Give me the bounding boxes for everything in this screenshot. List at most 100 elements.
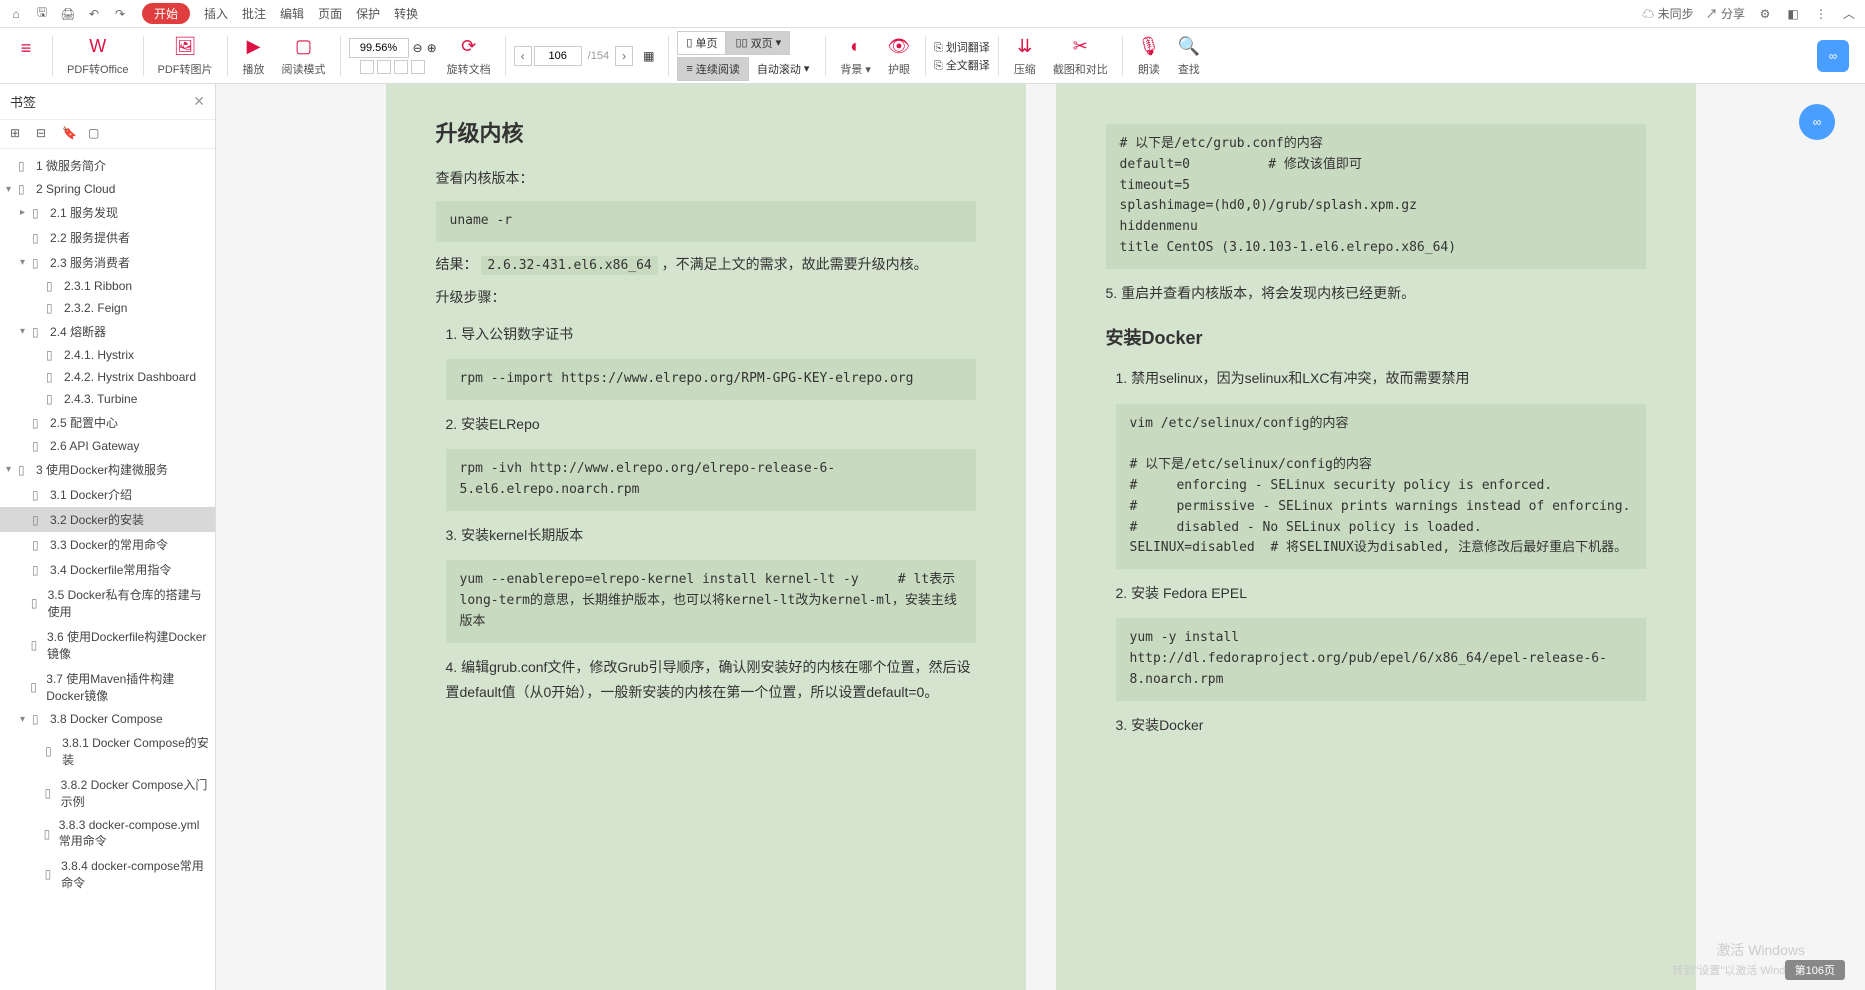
bookmark-item[interactable]: ▯3.6 使用Dockerfile构建Docker镜像 [0, 624, 215, 666]
tool-pdf-to-image[interactable]: 🖼PDF转图片 [152, 35, 219, 77]
chevron-icon[interactable]: ▾ [6, 464, 18, 475]
tool-pdf-to-office[interactable]: WPDF转Office [61, 35, 135, 77]
bookmark-icon: ▯ [32, 538, 46, 552]
bookmark-icon: ▯ [46, 392, 60, 406]
tool-rotate[interactable]: ⟳旋转文档 [441, 35, 497, 77]
tool-read-mode[interactable]: ▢阅读模式 [276, 35, 332, 77]
zoom-in-icon[interactable]: ⊕ [427, 41, 437, 55]
undo-icon[interactable]: ↶ [86, 6, 102, 22]
collapse-all-icon[interactable]: ⊟ [36, 126, 52, 142]
more-icon[interactable]: ⋮ [1813, 6, 1829, 22]
full-translate-button[interactable]: ⎘ 全文翻译 [934, 57, 990, 73]
thumbnail-icon[interactable]: ▦ [643, 49, 654, 63]
tool-read-aloud[interactable]: 🎙朗读 [1131, 35, 1167, 77]
menu-convert[interactable]: 转换 [394, 5, 418, 22]
single-page-button[interactable]: ▯ 单页 [677, 31, 726, 55]
chevron-icon[interactable]: ▾ [6, 184, 18, 195]
actual-size-icon[interactable] [394, 60, 408, 74]
bookmark-item[interactable]: ▾▯2 Spring Cloud [0, 178, 215, 200]
fit-page-icon[interactable] [377, 60, 391, 74]
bookmark-item[interactable]: ▯3.8.4 docker-compose常用命令 [0, 853, 215, 895]
word-translate-button[interactable]: ⎘ 划词翻译 [934, 39, 990, 55]
cloud-float-badge[interactable]: ∞ [1799, 104, 1835, 140]
tool-find[interactable]: 🔍查找 [1171, 35, 1207, 77]
expand-all-icon[interactable]: ⊞ [10, 126, 26, 142]
add-bookmark-icon[interactable]: 🔖 [62, 126, 78, 142]
chevron-icon[interactable]: ▾ [20, 326, 32, 337]
redo-icon[interactable]: ↷ [112, 6, 128, 22]
cloud-sync-badge[interactable]: ∞ [1817, 40, 1849, 72]
chevron-icon[interactable]: ▾ [20, 714, 32, 725]
tool-menu[interactable]: ≡ [8, 37, 44, 75]
bookmark-icon: ▯ [44, 786, 56, 800]
top-menu-bar: ⌂ 🖫 🖨 ↶ ↷ 开始 插入 批注 编辑 页面 保护 转换 ☁ 未同步 ↗ 分… [0, 0, 1865, 28]
fit-width-icon[interactable] [360, 60, 374, 74]
code-uname: uname -r [436, 201, 976, 242]
sidebar-close-button[interactable]: ✕ [193, 93, 205, 110]
bookmark-item[interactable]: ▸▯2.1 服务发现 [0, 200, 215, 225]
bookmark-label: 2.4.2. Hystrix Dashboard [64, 370, 196, 384]
share-button[interactable]: ↗ 分享 [1706, 5, 1745, 22]
chevron-icon[interactable]: ▸ [20, 207, 32, 218]
bookmark-item[interactable]: ▯3.5 Docker私有仓库的搭建与使用 [0, 582, 215, 624]
double-page-button[interactable]: ▯▯ 双页 ▾ [726, 31, 790, 55]
bookmark-item[interactable]: ▯3.8.2 Docker Compose入门示例 [0, 772, 215, 814]
bookmark-item[interactable]: ▯3.8.3 docker-compose.yml常用命令 [0, 814, 215, 853]
bookmark-item[interactable]: ▯3.7 使用Maven插件构建Docker镜像 [0, 666, 215, 708]
tool-eye-protect[interactable]: 👁护眼 [881, 35, 917, 77]
bookmark-item[interactable]: ▯2.6 API Gateway [0, 435, 215, 457]
bookmark-item[interactable]: ▯2.2 服务提供者 [0, 225, 215, 250]
bookmark-item[interactable]: ▯3.3 Docker的常用命令 [0, 532, 215, 557]
menu-protect[interactable]: 保护 [356, 5, 380, 22]
bookmark-item[interactable]: ▯3.1 Docker介绍 [0, 482, 215, 507]
zoom-input[interactable] [349, 38, 409, 58]
gear-icon[interactable]: ⚙ [1757, 6, 1773, 22]
refresh-icon[interactable] [411, 60, 425, 74]
chevron-icon[interactable]: ▾ [20, 257, 32, 268]
page-number-input[interactable] [534, 46, 582, 66]
tool-compare[interactable]: ✂截图和对比 [1047, 35, 1114, 77]
menu-annotate[interactable]: 批注 [242, 5, 266, 22]
bookmark-item[interactable]: ▯2.5 配置中心 [0, 410, 215, 435]
sync-status[interactable]: ☁ 未同步 [1642, 5, 1693, 22]
bookmark-item[interactable]: ▯1 微服务简介 [0, 153, 215, 178]
bookmark-icon: ▯ [32, 513, 46, 527]
auto-scroll-button[interactable]: 自动滚动 ▾ [749, 57, 818, 81]
menu-insert[interactable]: 插入 [204, 5, 228, 22]
home-icon[interactable]: ⌂ [8, 6, 24, 22]
bookmark-icon: ▯ [32, 256, 46, 270]
next-page-button[interactable]: › [615, 46, 633, 66]
print-icon[interactable]: 🖨 [60, 6, 76, 22]
document-viewport[interactable]: 升级内核 查看内核版本： uname -r 结果： 2.6.32-431.el6… [216, 84, 1865, 990]
bookmark-item[interactable]: ▾▯3.8 Docker Compose [0, 708, 215, 730]
zoom-out-icon[interactable]: ⊖ [413, 41, 423, 55]
bookmark-item[interactable]: ▯3.2 Docker的安装 [0, 507, 215, 532]
step-2: 2. 安装ELRepo [446, 412, 976, 437]
bookmark-icon: ▯ [46, 370, 60, 384]
continuous-read-button[interactable]: ≡ 连续阅读 [677, 57, 748, 81]
bookmark-item[interactable]: ▾▯3 使用Docker构建微服务 [0, 457, 215, 482]
collapse-icon[interactable]: ︿ [1841, 6, 1857, 22]
menu-edit[interactable]: 编辑 [280, 5, 304, 22]
start-tab[interactable]: 开始 [142, 3, 190, 24]
skin-icon[interactable]: ◧ [1785, 6, 1801, 22]
bookmark-item[interactable]: ▯2.4.3. Turbine [0, 388, 215, 410]
bookmark-settings-icon[interactable]: ▢ [88, 126, 104, 142]
bookmark-item[interactable]: ▾▯2.3 服务消费者 [0, 250, 215, 275]
tool-background[interactable]: ◐背景 ▾ [834, 35, 877, 77]
bookmark-item[interactable]: ▯3.4 Dockerfile常用指令 [0, 557, 215, 582]
prev-page-button[interactable]: ‹ [514, 46, 532, 66]
tool-play[interactable]: ▶播放 [236, 35, 272, 77]
bookmark-item[interactable]: ▯2.3.2. Feign [0, 297, 215, 319]
bookmark-label: 3.8 Docker Compose [50, 712, 163, 726]
bookmark-item[interactable]: ▯2.4.1. Hystrix [0, 344, 215, 366]
bookmark-item[interactable]: ▾▯2.4 熔断器 [0, 319, 215, 344]
bookmark-label: 3.6 使用Dockerfile构建Docker镜像 [47, 628, 209, 662]
bookmark-label: 2 Spring Cloud [36, 182, 115, 196]
bookmark-item[interactable]: ▯2.3.1 Ribbon [0, 275, 215, 297]
tool-compress[interactable]: ⇊压缩 [1007, 35, 1043, 77]
bookmark-item[interactable]: ▯ 2.4.2. Hystrix Dashboard [0, 366, 215, 388]
menu-page[interactable]: 页面 [318, 5, 342, 22]
save-icon[interactable]: 🖫 [34, 6, 50, 22]
bookmark-item[interactable]: ▯3.8.1 Docker Compose的安装 [0, 730, 215, 772]
